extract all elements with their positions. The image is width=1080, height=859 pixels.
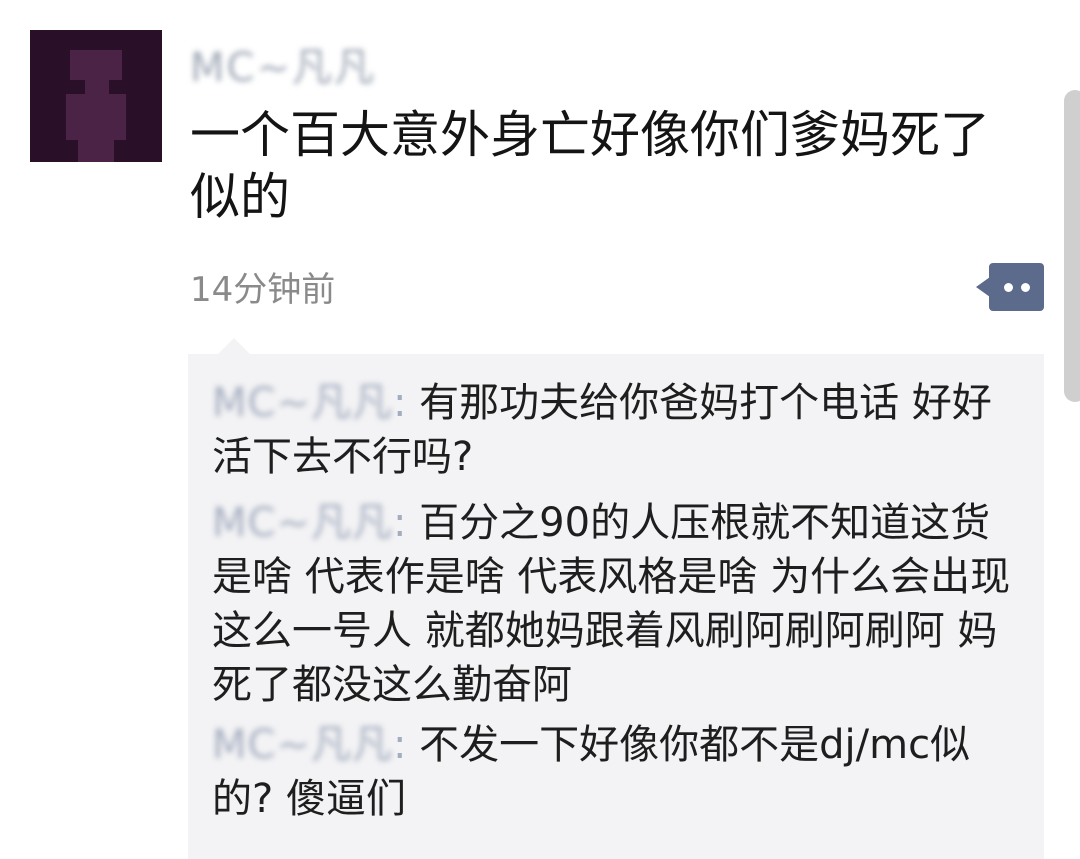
post-author-name[interactable]: MC~凡凡 (190, 40, 376, 91)
more-button[interactable] (976, 263, 1044, 311)
comment-author[interactable]: MC~凡凡 (212, 718, 393, 772)
more-dots-icon (989, 263, 1044, 311)
comment-item[interactable]: MC~凡凡: 不发一下好像你都不是dj/mc似的? 傻逼们 (212, 718, 1028, 826)
comments-notch (218, 338, 250, 354)
post-timestamp: 14分钟前 (190, 270, 336, 310)
post-text: 一个百大意外身亡好像你们爹妈死了似的 (190, 106, 990, 226)
comment-author[interactable]: MC~凡凡 (212, 376, 393, 430)
comments-section: MC~凡凡: 有那功夫给你爸妈打个电话 好好活下去不行吗? MC~凡凡: 百分之… (188, 338, 1044, 859)
comment-separator: : (392, 380, 407, 426)
more-button-pointer (976, 277, 990, 297)
comment-author[interactable]: MC~凡凡 (212, 496, 393, 550)
comment-item[interactable]: MC~凡凡: 有那功夫给你爸妈打个电话 好好活下去不行吗? (212, 376, 1028, 484)
avatar[interactable] (30, 30, 162, 162)
scrollbar[interactable] (1064, 90, 1080, 402)
comment-separator: : (392, 722, 407, 768)
comment-separator: : (392, 500, 407, 546)
comment-item[interactable]: MC~凡凡: 百分之90的人压根就不知道这货是啥 代表作是啥 代表风格是啥 为什… (212, 496, 1028, 712)
